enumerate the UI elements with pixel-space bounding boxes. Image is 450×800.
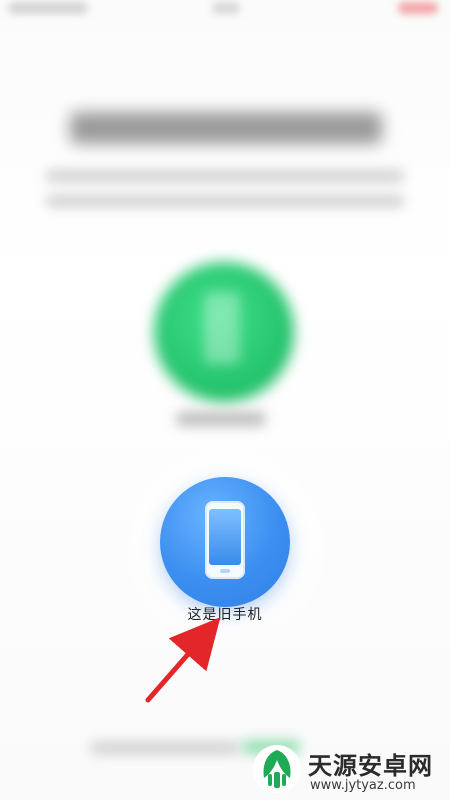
status-bar-battery: [398, 2, 438, 14]
watermark-url: www.jytyaz.com: [310, 778, 416, 793]
new-phone-label-blurred: [176, 412, 266, 426]
status-bar-carrier: [8, 2, 88, 14]
footer-text-blurred: [90, 742, 240, 754]
old-phone-button[interactable]: [160, 477, 290, 607]
app-screen: 这是旧手机 天源安卓网 www.jytyaz.com: [0, 0, 450, 800]
watermark: 天源安卓网 www.jytyaz.com: [252, 744, 450, 800]
old-phone-label[interactable]: 这是旧手机: [150, 604, 300, 624]
watermark-name: 天源安卓网: [308, 752, 433, 780]
description-line-1-blurred: [46, 170, 404, 182]
annotation-arrow-line: [145, 617, 221, 703]
description-line-2-blurred: [46, 195, 404, 207]
page-title-blurred: [70, 112, 382, 144]
status-bar-time: [212, 2, 240, 14]
watermark-logo-icon: [253, 745, 301, 793]
phone-icon: [205, 501, 245, 579]
status-bar: [0, 0, 450, 24]
new-phone-icon: [204, 292, 240, 364]
phone-icon-home-bar: [220, 569, 230, 573]
phone-icon-screen: [209, 509, 241, 565]
